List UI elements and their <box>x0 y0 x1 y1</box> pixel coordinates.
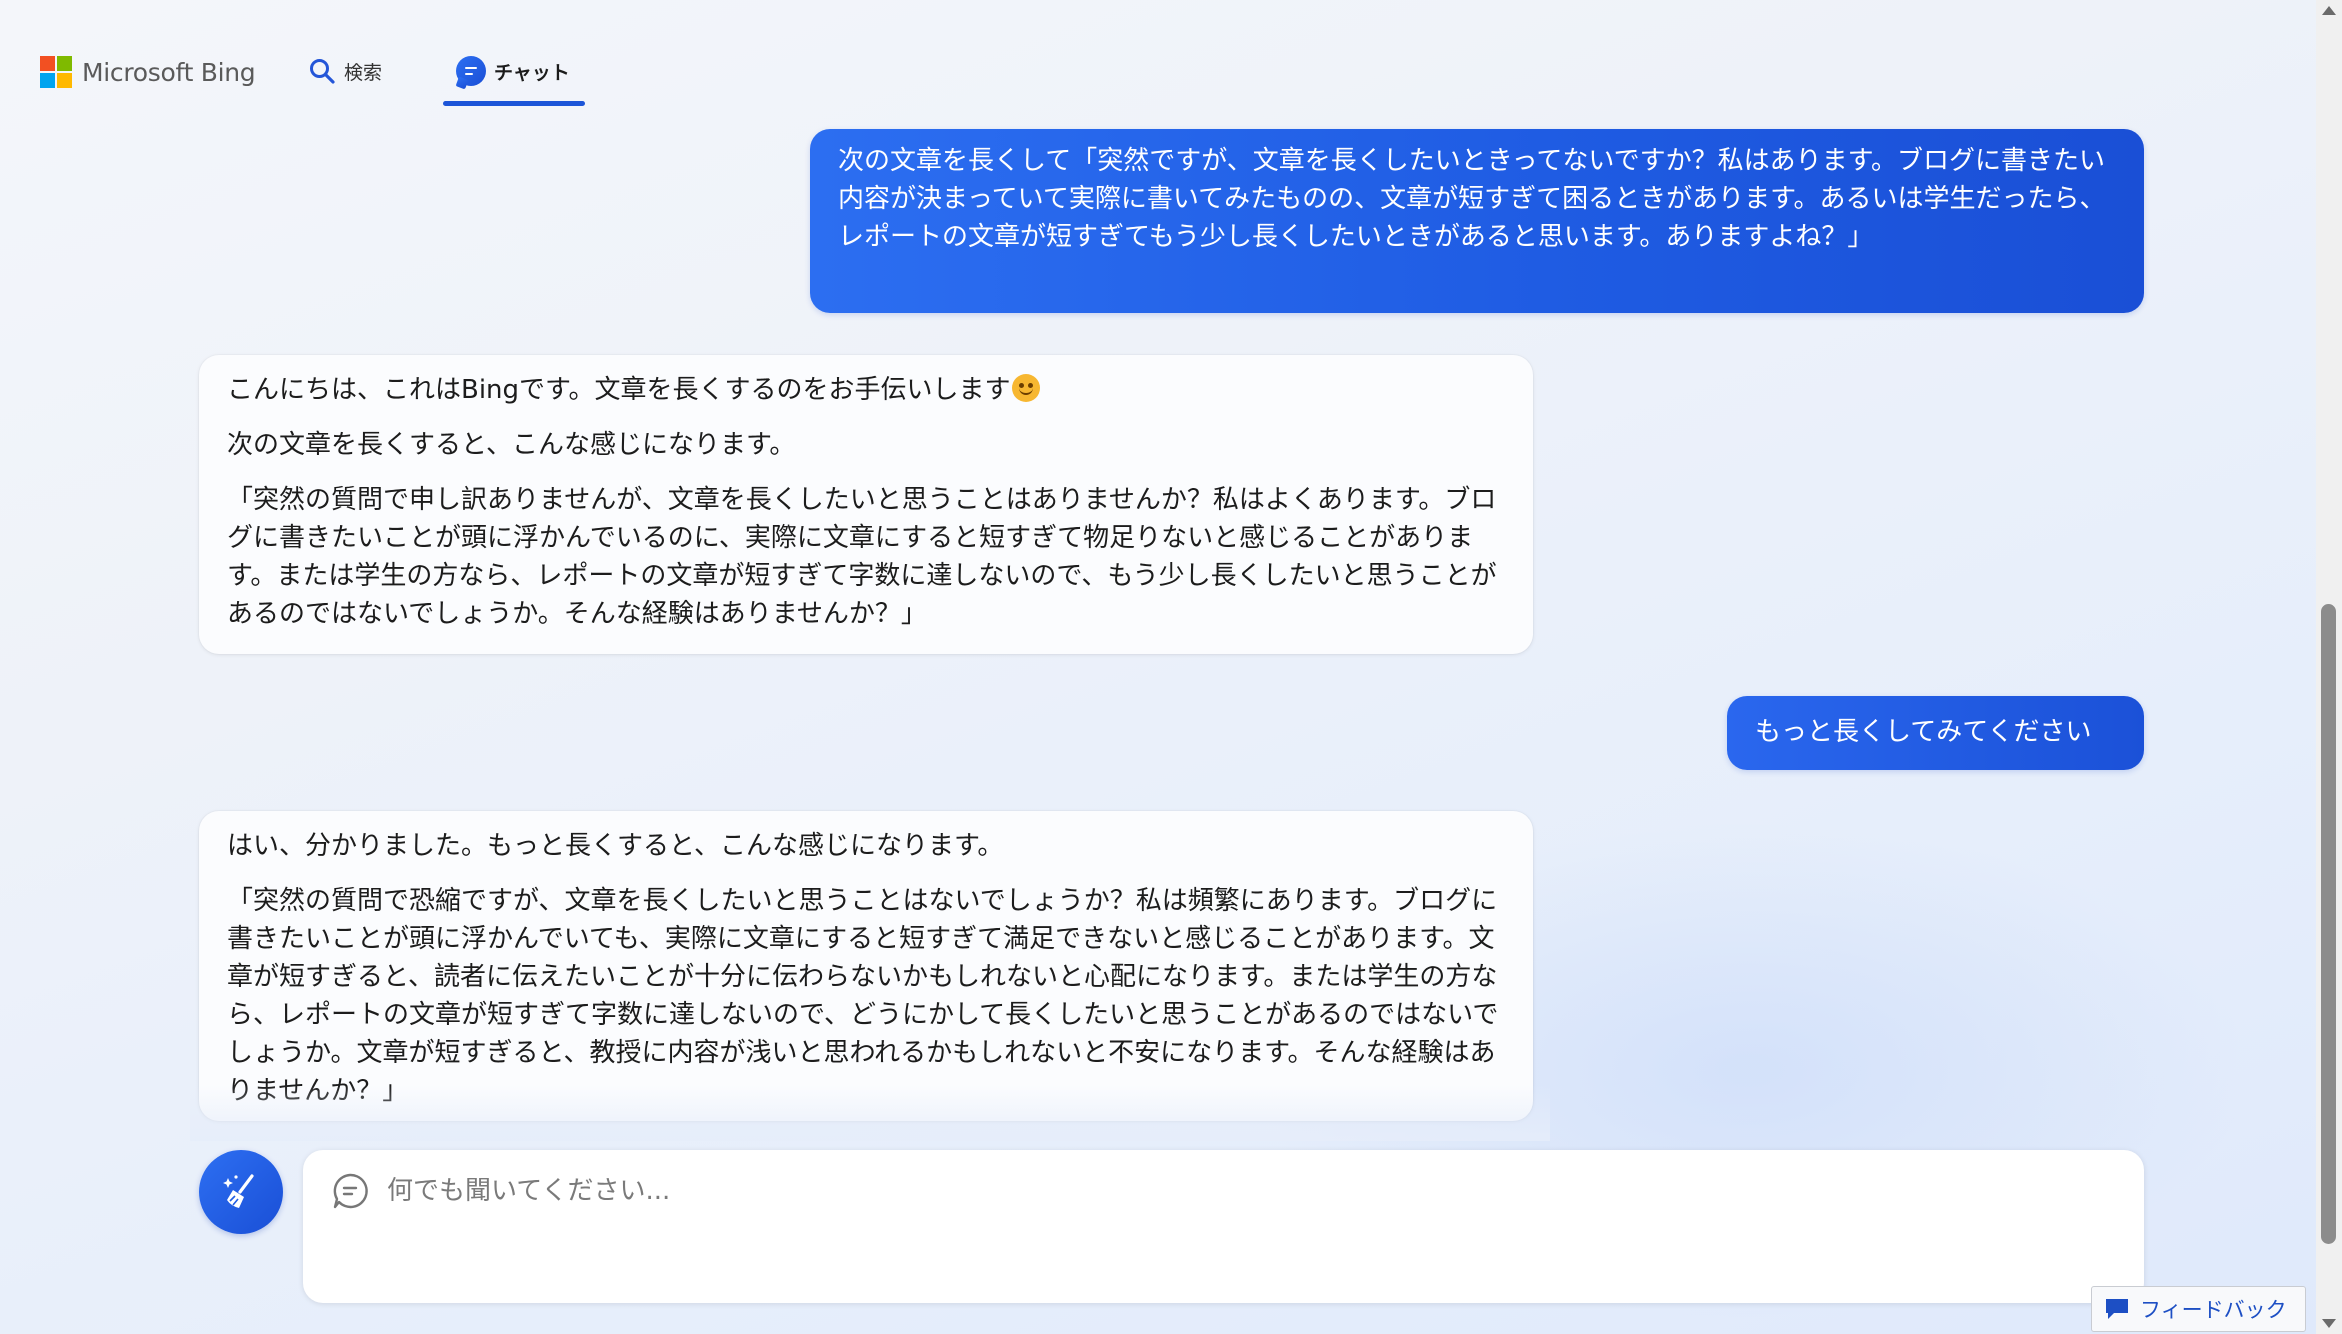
bot-paragraph: 「突然の質問で恐縮ですが、文章を長くしたいと思うことはないでしょうか？私は頻繁に… <box>227 886 1499 1106</box>
bot-paragraph: 次の文章を長くすると、こんな感じになります。 <box>227 430 796 460</box>
scroll-up-arrow-icon[interactable] <box>2322 6 2336 15</box>
bing-brand[interactable]: Microsoft Bing <box>40 56 256 88</box>
tab-chat-label: チャット <box>494 61 570 84</box>
bot-message: はい、分かりました。もっと長くすると、こんな感じになります。 「突然の質問で恐縮… <box>199 811 1533 1121</box>
tab-search-label: 検索 <box>344 61 383 84</box>
user-message-text: もっと長くしてみてください <box>1755 717 2092 747</box>
feedback-label: フィードバック <box>2140 1298 2287 1322</box>
new-topic-button[interactable] <box>199 1150 283 1234</box>
brand-name: Microsoft Bing <box>82 57 256 87</box>
chat-composer <box>303 1150 2144 1303</box>
chat-input[interactable] <box>385 1168 2089 1214</box>
bot-greeting: こんにちは、これはBingです。文章を長くするのをお手伝いします <box>227 371 1505 409</box>
active-tab-indicator <box>443 101 585 106</box>
microsoft-logo-icon <box>40 56 72 88</box>
logo-square-red <box>40 56 55 71</box>
logo-square-green <box>57 56 72 71</box>
broom-sparkle-icon <box>223 1174 254 1208</box>
feedback-button[interactable]: フィードバック <box>2091 1286 2306 1332</box>
scroll-down-arrow-icon[interactable] <box>2322 1319 2336 1328</box>
chat-prompt-icon <box>333 1173 368 1209</box>
user-message: 次の文章を長くして「突然ですが、文章を長くしたいときってないですか？私はあります… <box>810 129 2144 313</box>
smiling-face-emoji-icon <box>1012 374 1041 402</box>
bot-paragraph: はい、分かりました。もっと長くすると、こんな感じになります。 <box>227 831 1004 861</box>
user-message-text: 次の文章を長くして「突然ですが、文章を長くしたいときってないですか？私はあります… <box>838 146 2106 252</box>
top-bar: Microsoft Bing 検索 チャット <box>0 0 2316 120</box>
feedback-icon <box>2106 1299 2128 1319</box>
page-scrollbar[interactable] <box>2316 0 2342 1334</box>
logo-square-yellow <box>57 73 72 88</box>
tab-search[interactable]: 検索 <box>308 48 382 94</box>
logo-square-blue <box>40 73 55 88</box>
bot-greeting-text: こんにちは、これはBingです。文章を長くするのをお手伝いします <box>227 375 1011 405</box>
chat-bubble-icon <box>456 56 486 86</box>
search-icon <box>310 59 335 84</box>
scroll-thumb[interactable] <box>2321 604 2336 1244</box>
bot-message: こんにちは、これはBingです。文章を長くするのをお手伝いします 次の文章を長く… <box>199 355 1533 654</box>
user-message: もっと長くしてみてください <box>1727 696 2144 770</box>
bot-paragraph: 「突然の質問で申し訳ありませんが、文章を長くしたいと思うことはありませんか？私は… <box>227 485 1497 629</box>
tab-chat[interactable]: チャット <box>456 48 570 94</box>
